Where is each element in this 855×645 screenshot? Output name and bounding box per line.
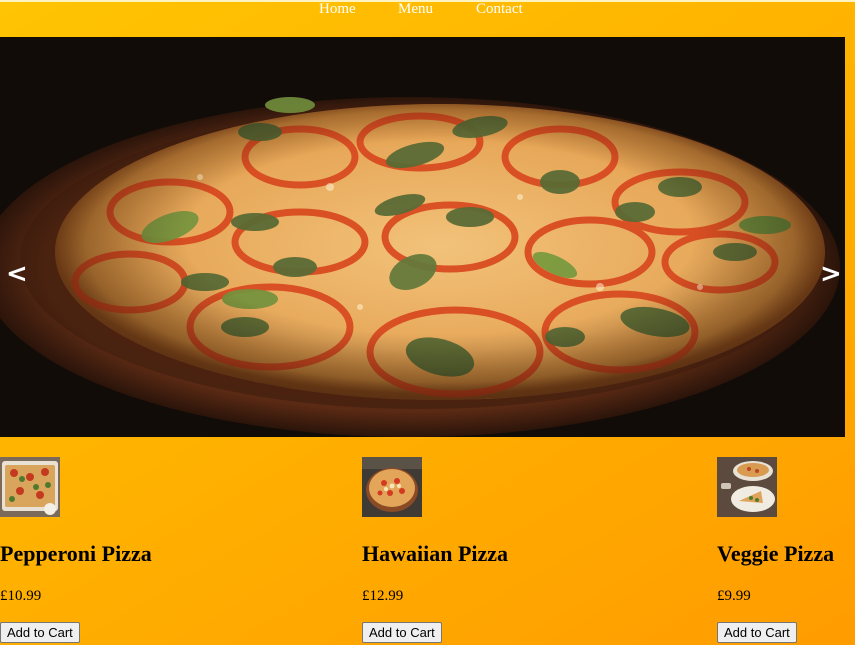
product-price: £9.99 — [717, 588, 751, 604]
pizza-plates-thumbnail — [717, 457, 777, 517]
nav-home-link[interactable]: Home — [319, 0, 356, 18]
product-name: Hawaiian Pizza — [362, 541, 509, 566]
carousel-prev-button[interactable]: < — [6, 259, 28, 289]
nav-contact-link[interactable]: Contact — [476, 0, 523, 18]
add-to-cart-button[interactable]: Add to Cart — [362, 622, 442, 643]
product-price: £10.99 — [0, 588, 42, 604]
product-card-pepperoni: Pepperoni Pizza £10.99 Add to Cart — [0, 457, 152, 643]
product-name: Pepperoni Pizza — [0, 541, 152, 566]
hero-pizza-image — [0, 37, 845, 437]
product-card-veggie: Veggie Pizza £9.99 Add to Cart — [717, 457, 834, 643]
pizza-tray-thumbnail — [0, 457, 60, 517]
product-price: £12.99 — [362, 588, 404, 604]
round-pizza-thumbnail — [362, 457, 422, 517]
product-card-hawaiian: Hawaiian Pizza £12.99 Add to Cart — [362, 457, 508, 643]
carousel-next-button[interactable]: > — [820, 259, 842, 289]
hero-carousel: < > — [0, 37, 845, 437]
nav-menu-link[interactable]: Menu — [398, 0, 433, 18]
product-name: Veggie Pizza — [717, 541, 835, 566]
add-to-cart-button[interactable]: Add to Cart — [0, 622, 80, 643]
add-to-cart-button[interactable]: Add to Cart — [717, 622, 797, 643]
main-nav: Home Menu Contact — [0, 0, 855, 18]
